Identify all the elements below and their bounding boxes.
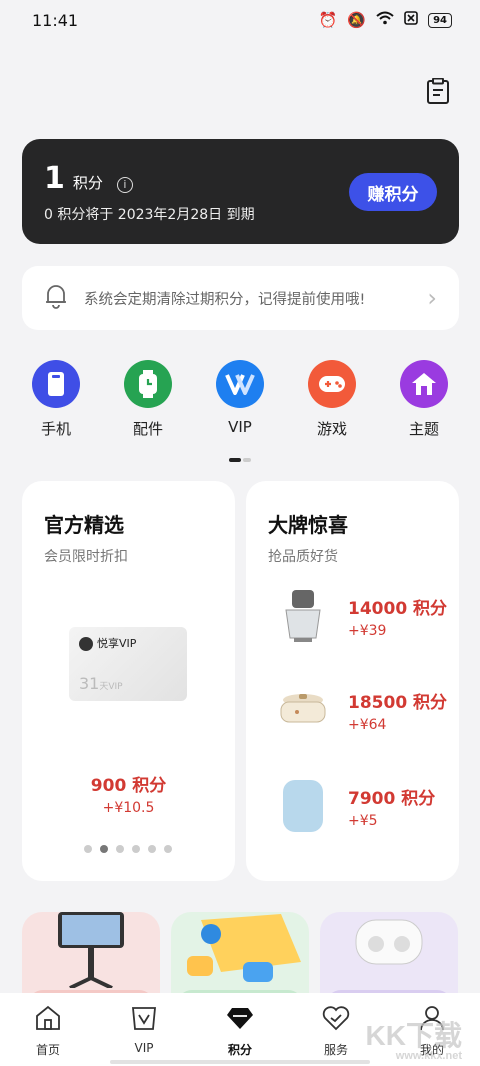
points-value: 1 (44, 161, 65, 196)
brand-surprise-panel[interactable]: 大牌惊喜 抢品质好货 14000 积分 +¥39 18500 积分 +¥64 7… (246, 481, 459, 881)
category-page-indicator (229, 458, 251, 462)
product-points: 18500 积分 (348, 692, 448, 713)
official-offer: 900 积分 +¥10.5 (22, 771, 235, 816)
product-price: +¥5 (348, 812, 378, 829)
mute-icon: 🔕 (347, 11, 367, 29)
hot-pot-icon (268, 679, 338, 741)
phone-icon (32, 360, 80, 408)
product-item[interactable]: 7900 积分 +¥5 (268, 775, 435, 837)
category-label: 手机 (40, 420, 71, 438)
earbuds-image (355, 919, 423, 965)
bell-icon (44, 283, 68, 313)
panel-title: 大牌惊喜 (268, 513, 348, 537)
carousel-dots (84, 845, 172, 853)
notice-text: 系统会定期清除过期积分，记得提前使用哦! (84, 291, 366, 308)
panel-title: 官方精选 (44, 513, 124, 537)
watch-icon (124, 360, 172, 408)
heart-service-icon (322, 1005, 350, 1035)
category-label: VIP (228, 418, 252, 436)
alarm-icon: ⏰ (318, 11, 338, 29)
points-card: 1 积分 i 0 积分将于 2023年2月28日 到期 赚积分 (22, 139, 459, 244)
home-icon (35, 1005, 61, 1035)
category-theme[interactable]: 主题 (384, 360, 464, 440)
info-icon[interactable]: i (116, 177, 133, 193)
category-phone[interactable]: 手机 (16, 360, 96, 440)
panel-subtitle: 抢品质好货 (268, 549, 338, 565)
vip-card-days: 31天VIP (79, 674, 123, 693)
vip-badge-icon (131, 1005, 157, 1035)
earn-points-button[interactable]: 赚积分 (349, 173, 437, 211)
category-label: 主题 (408, 420, 439, 438)
offer-price: +¥10.5 (102, 800, 155, 816)
offer-points: 900 积分 (90, 776, 167, 796)
category-label: 配件 (132, 420, 163, 438)
status-time: 11:41 (32, 10, 79, 30)
tab-home[interactable]: 首页 (8, 1005, 88, 1066)
speaker-icon (268, 775, 338, 837)
chevron-right-icon: › (427, 284, 437, 312)
vip-logo-icon (79, 637, 93, 651)
promo-tiles (0, 900, 480, 1032)
product-item[interactable]: 14000 积分 +¥39 (268, 585, 447, 647)
status-bar: 11:41 ⏰ 🔕 94 (0, 0, 480, 40)
category-games[interactable]: 游戏 (292, 360, 372, 440)
coupon-icons-image (187, 914, 301, 982)
points-unit: 积分 (72, 174, 103, 192)
tab-label: 首页 (35, 1043, 60, 1057)
food-processor-icon (268, 585, 338, 647)
product-price: +¥39 (348, 622, 387, 639)
category-row: 手机 配件 VIP 游戏 主题 (0, 360, 480, 440)
vip-icon (216, 360, 264, 408)
watermark-logo: KK下载 www.kkx.net (365, 1020, 462, 1062)
no-sim-icon (404, 11, 418, 29)
battery-icon: 94 (428, 12, 452, 28)
product-points: 14000 积分 (348, 598, 448, 619)
gamepad-icon (308, 360, 356, 408)
official-selection-panel[interactable]: 官方精选 会员限时折扣 悦享VIP 31天VIP 900 积分 +¥10.5 (22, 481, 235, 881)
category-label: 游戏 (316, 420, 347, 438)
status-icons: ⏰ 🔕 94 (319, 11, 452, 29)
tab-label: 服务 (323, 1043, 348, 1057)
diamond-icon (226, 1005, 254, 1035)
phone-stand-image (58, 912, 124, 990)
tab-label: 积分 (227, 1043, 252, 1057)
tab-vip[interactable]: VIP (104, 1005, 184, 1066)
tab-label: VIP (134, 1041, 154, 1055)
home-theme-icon (400, 360, 448, 408)
expiry-notice[interactable]: 系统会定期清除过期积分，记得提前使用哦! › (22, 266, 459, 330)
product-item[interactable]: 18500 积分 +¥64 (268, 679, 447, 741)
product-points: 7900 积分 (348, 788, 436, 809)
home-indicator[interactable] (110, 1060, 370, 1064)
panel-subtitle: 会员限时折扣 (44, 549, 128, 565)
wifi-icon (376, 11, 394, 29)
tab-service[interactable]: 服务 (296, 1005, 376, 1066)
points-record-icon[interactable] (426, 77, 450, 104)
category-accessories[interactable]: 配件 (108, 360, 188, 440)
product-price: +¥64 (348, 716, 387, 733)
tab-points[interactable]: 积分 (200, 1005, 280, 1066)
vip-card-brand: 悦享VIP (97, 637, 137, 650)
vip-card-image[interactable]: 悦享VIP 31天VIP (69, 627, 187, 701)
category-vip[interactable]: VIP (200, 360, 280, 440)
